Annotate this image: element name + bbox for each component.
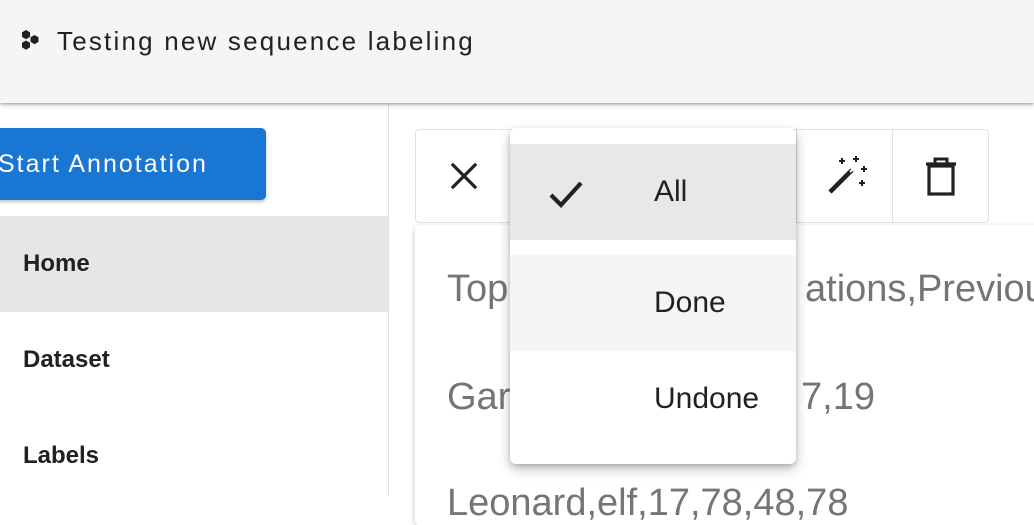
app-title: Testing new sequence labeling bbox=[57, 26, 475, 56]
filter-dropdown-menu: All Done Undone bbox=[510, 128, 796, 464]
document-text-fragment: ations,Previou bbox=[805, 268, 1034, 310]
document-text-fragment: Leonard,elf,17,78,48,78 bbox=[447, 482, 849, 524]
clear-button[interactable] bbox=[416, 130, 512, 222]
auto-labeling-button[interactable] bbox=[798, 130, 894, 222]
document-text-fragment: Top bbox=[447, 268, 509, 310]
auto-fix-wand-icon bbox=[828, 156, 867, 194]
app-bar: Testing new sequence labeling bbox=[0, 0, 1034, 103]
sidebar-item-label: Home bbox=[23, 250, 90, 277]
sidebar-item-home[interactable]: Home bbox=[0, 216, 388, 312]
menu-item-label: Done bbox=[654, 286, 726, 319]
sidebar-item-label: Labels bbox=[23, 442, 100, 469]
menu-item-label: Undone bbox=[654, 382, 760, 415]
close-icon bbox=[450, 162, 478, 190]
document-text-fragment: 7,19 bbox=[801, 376, 875, 418]
sidebar: Start Annotation Home Dataset Labels bbox=[0, 103, 389, 496]
sidebar-item-dataset[interactable]: Dataset bbox=[0, 312, 388, 408]
check-icon bbox=[549, 181, 583, 209]
filter-option-done[interactable]: Done bbox=[510, 255, 796, 351]
toolbar-divider bbox=[796, 130, 797, 222]
sidebar-item-label: Dataset bbox=[23, 346, 110, 373]
menu-item-label: All bbox=[654, 175, 688, 208]
start-annotation-button[interactable]: Start Annotation bbox=[0, 128, 266, 200]
hexagon-cluster-icon bbox=[22, 30, 39, 50]
filter-option-undone[interactable]: Undone bbox=[510, 351, 796, 447]
delete-button[interactable] bbox=[893, 130, 989, 222]
trash-icon bbox=[926, 157, 956, 196]
document-text-fragment: Gar bbox=[447, 376, 511, 418]
sidebar-item-labels[interactable]: Labels bbox=[0, 408, 388, 504]
filter-option-all[interactable]: All bbox=[510, 144, 796, 240]
